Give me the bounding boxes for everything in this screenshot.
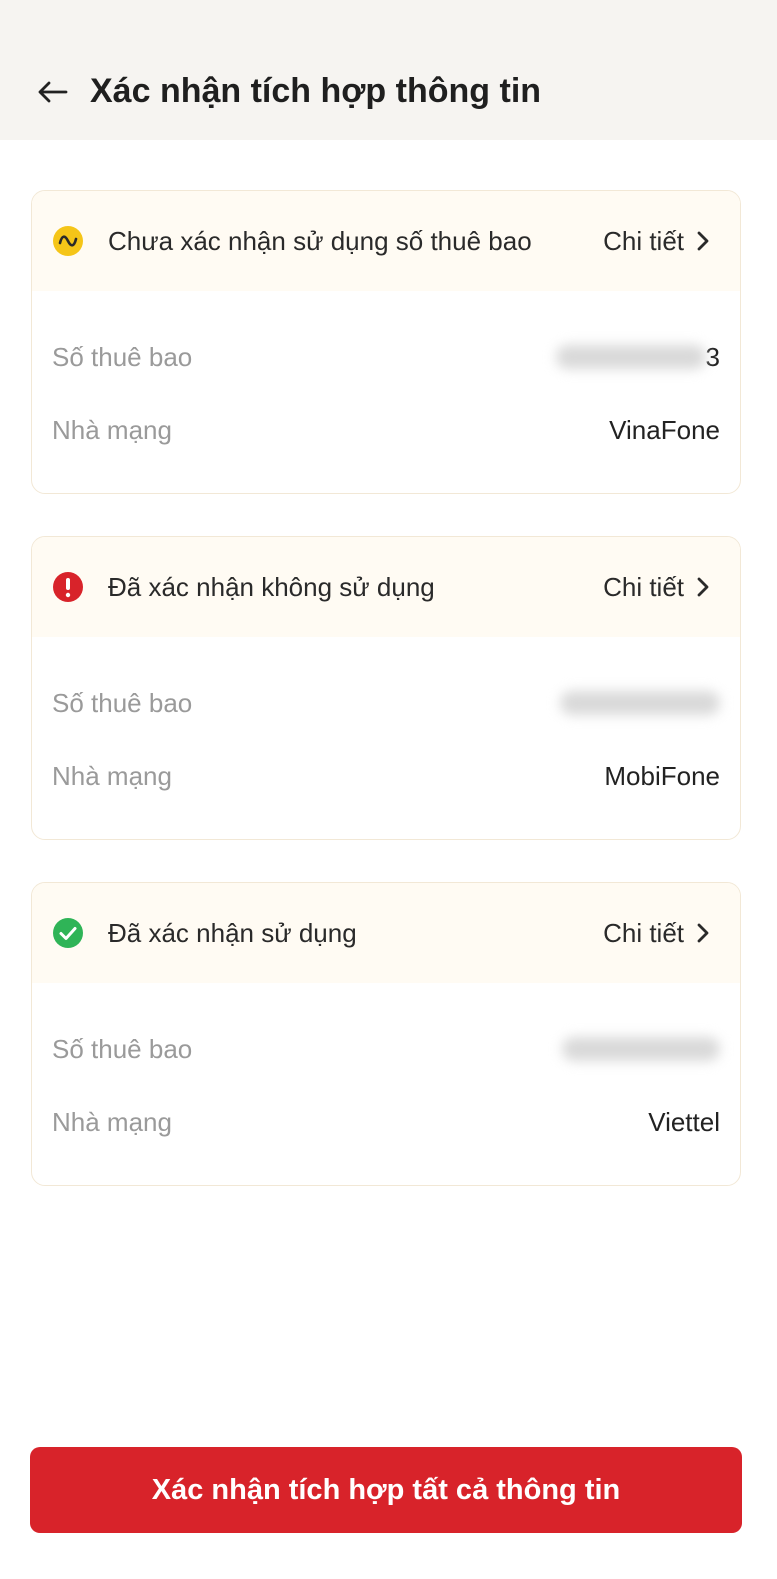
carrier-value: MobiFone [604,761,720,791]
detail-link[interactable]: Chi tiết [603,569,710,605]
card-status-header: Đã xác nhận không sử dụng Chi tiết [32,537,740,637]
detail-label: Chi tiết [603,226,684,256]
carrier-row: Nhà mạng Viettel [52,1104,720,1140]
chevron-right-icon [697,923,709,943]
arrow-left-icon [38,81,68,103]
check-circle-icon [53,918,83,948]
confirm-all-button[interactable]: Xác nhận tích hợp tất cả thông tin [30,1447,742,1533]
status-text: Đã xác nhận không sử dụng [108,572,435,602]
subscriber-row: Số thuê bao [52,1031,720,1067]
card-status-header: Đã xác nhận sử dụng Chi tiết [32,883,740,983]
carrier-value: VinaFone [609,415,720,445]
carrier-value: Viettel [648,1107,720,1137]
subscriber-number-redacted [562,1035,720,1063]
subscriber-row: Số thuê bao [52,685,720,721]
detail-link[interactable]: Chi tiết [603,915,710,951]
redaction-blur [560,691,720,715]
carrier-label: Nhà mạng [52,1107,172,1137]
subscription-card-mobifone: Đã xác nhận không sử dụng Chi tiết Số th… [31,536,741,840]
subscriber-row: Số thuê bao 3 [52,339,720,375]
carrier-row: Nhà mạng MobiFone [52,758,720,794]
subscription-card-vinafone: Chưa xác nhận sử dụng số thuê bao Chi ti… [31,190,741,494]
page-title: Xác nhận tích hợp thông tin [90,72,542,110]
subscriber-number-redacted: 3 [555,342,720,372]
card-status-header: Chưa xác nhận sử dụng số thuê bao Chi ti… [32,191,740,291]
chevron-right-icon [697,231,709,251]
status-text: Đã xác nhận sử dụng [108,918,357,948]
subscriber-label: Số thuê bao [52,688,193,718]
detail-link[interactable]: Chi tiết [603,223,710,259]
chevron-right-icon [697,577,709,597]
status-text: Chưa xác nhận sử dụng số thuê bao [108,226,532,256]
subscriber-label: Số thuê bao [52,1034,193,1064]
pending-wave-icon [53,226,83,256]
carrier-row: Nhà mạng VinaFone [52,412,720,448]
carrier-label: Nhà mạng [52,761,172,791]
back-button[interactable] [30,70,74,114]
detail-label: Chi tiết [603,918,684,948]
detail-label: Chi tiết [603,572,684,602]
top-app-bar: Xác nhận tích hợp thông tin [0,0,777,140]
redaction-blur [562,1037,720,1061]
subscriber-number-redacted [560,689,720,717]
carrier-label: Nhà mạng [52,415,172,445]
subscriber-suffix: 3 [705,342,720,372]
subscriber-label: Số thuê bao [52,342,193,372]
exclamation-icon [53,572,83,602]
subscription-card-viettel: Đã xác nhận sử dụng Chi tiết Số thuê bao… [31,882,741,1186]
redaction-blur [555,345,706,369]
